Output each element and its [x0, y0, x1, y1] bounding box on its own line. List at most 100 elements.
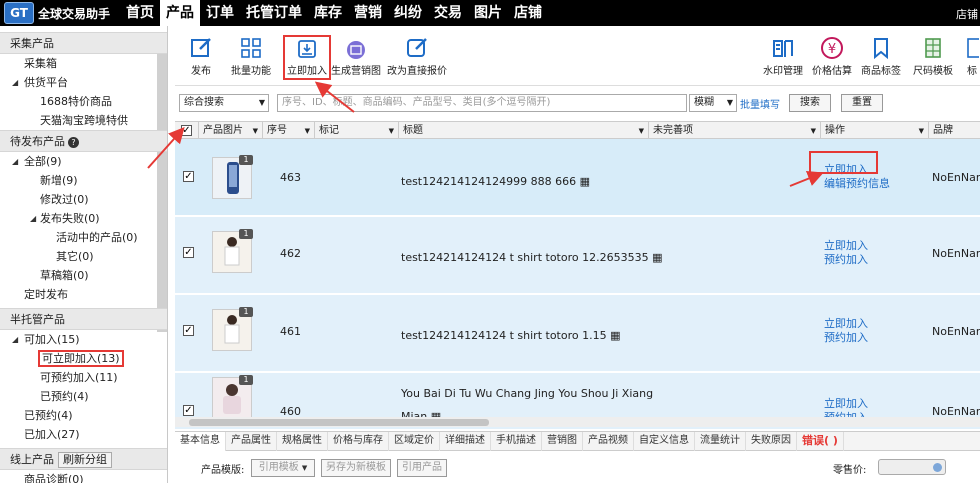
column-header-mark[interactable]: 标记 ▼	[315, 122, 399, 140]
join-now-link[interactable]: 立即加入	[824, 239, 868, 253]
scrollbar-thumb[interactable]	[189, 419, 489, 426]
batch-button[interactable]: 批量功能	[231, 36, 271, 77]
qr-icon[interactable]: ▦	[580, 175, 590, 188]
sidebar-item-failed[interactable]: ◢ 发布失败(0)	[0, 209, 167, 228]
tab-region-price[interactable]: 区域定价	[389, 432, 440, 451]
help-icon[interactable]: ?	[68, 137, 79, 148]
app-logo[interactable]: GT 全球交易助手	[4, 2, 110, 24]
save-template-button[interactable]: 另存为新模板	[321, 459, 391, 477]
quote-product-button[interactable]: 引用产品	[397, 459, 447, 477]
top-right-shop[interactable]: 店铺	[956, 6, 978, 22]
sidebar-item-scheduled[interactable]: 定时发布	[0, 285, 167, 304]
column-header-incomplete[interactable]: 未完善项 ▼	[649, 122, 821, 140]
expand-icon[interactable]: ◢	[12, 152, 18, 171]
nav-orders[interactable]: 订单	[200, 0, 240, 26]
tab-description[interactable]: 详细描述	[440, 432, 491, 451]
reserve-join-link[interactable]: 预约加入	[824, 253, 868, 267]
sidebar-item-modified[interactable]: 修改过(0)	[0, 190, 167, 209]
horizontal-scrollbar[interactable]	[175, 417, 980, 427]
sidebar-item-1688[interactable]: 1688特价商品	[0, 92, 167, 111]
reserve-join-link[interactable]: 预约加入	[824, 331, 868, 345]
price-estimate-button[interactable]: ¥ 价格估算	[812, 36, 852, 77]
publish-button[interactable]: 发布	[189, 36, 213, 77]
sidebar-item-collect-box[interactable]: 采集箱	[0, 54, 167, 73]
tab-price-stock[interactable]: 价格与库存	[328, 432, 389, 451]
product-thumbnail[interactable]: 1	[212, 155, 253, 199]
nav-images[interactable]: 图片	[468, 0, 508, 26]
batch-fill-link[interactable]: 批量填写	[740, 96, 780, 111]
chevron-down-icon[interactable]: ▼	[811, 123, 816, 140]
sidebar-item-drafts[interactable]: 草稿箱(0)	[0, 266, 167, 285]
direct-quote-button[interactable]: 改为直接报价	[387, 36, 447, 77]
product-thumbnail[interactable]: 1	[212, 229, 253, 273]
retail-price-input[interactable]	[878, 459, 946, 475]
join-now-button[interactable]: 立即加入	[283, 35, 331, 80]
sidebar-item-join-now[interactable]: 可立即加入(13)	[0, 349, 167, 368]
sidebar-item-other[interactable]: 其它(0)	[0, 247, 167, 266]
nav-home[interactable]: 首页	[120, 0, 160, 26]
tab-failure-reason[interactable]: 失败原因	[746, 432, 797, 451]
tab-errors[interactable]: 错误( )	[797, 432, 844, 451]
nav-inventory[interactable]: 库存	[308, 0, 348, 26]
use-template-select[interactable]: 引用模板 ▼	[251, 459, 315, 477]
tab-basic-info[interactable]: 基本信息	[175, 432, 226, 451]
sidebar-item-reservable[interactable]: 可预约加入(11)	[0, 368, 167, 387]
sidebar-item-diagnosis[interactable]: 商品诊断(0)	[0, 470, 167, 483]
expand-icon[interactable]: ◢	[12, 330, 18, 349]
tab-custom-info[interactable]: 自定义信息	[634, 432, 695, 451]
sidebar-header-pending[interactable]: 待发布产品?	[0, 130, 167, 152]
sidebar-item-tmall[interactable]: 天猫淘宝跨境特供	[0, 111, 167, 130]
product-tag-button[interactable]: 商品标签	[861, 36, 901, 77]
watermark-button[interactable]: 水印管理	[763, 36, 803, 77]
row-checkbox[interactable]: ✓	[183, 171, 194, 182]
search-mode-select[interactable]: 综合搜索 ▼	[179, 94, 269, 112]
table-row[interactable]: ✓ 1 463 test124214124124999 888 666 ▦ 立即…	[175, 139, 980, 216]
sidebar-item-joinable[interactable]: ◢ 可加入(15)	[0, 330, 167, 349]
chevron-down-icon[interactable]: ▼	[389, 123, 394, 140]
tab-product-attrs[interactable]: 产品属性	[226, 432, 277, 451]
nav-trade[interactable]: 交易	[428, 0, 468, 26]
more-button[interactable]: 标	[965, 36, 979, 77]
row-checkbox[interactable]: ✓	[183, 405, 194, 416]
column-header-actions[interactable]: 操作 ▼	[821, 122, 929, 140]
column-header-image[interactable]: 产品图片 ▼	[199, 122, 263, 140]
expand-icon[interactable]: ◢	[12, 73, 18, 92]
sidebar-header-online[interactable]: 线上产品 刷新分组	[0, 448, 167, 470]
column-header-brand[interactable]: 品牌	[929, 122, 980, 140]
row-checkbox[interactable]: ✓	[183, 247, 194, 258]
sidebar-item-active[interactable]: 活动中的产品(0)	[0, 228, 167, 247]
join-now-link[interactable]: 立即加入	[824, 397, 868, 411]
tab-mobile-desc[interactable]: 手机描述	[491, 432, 542, 451]
reset-button[interactable]: 重置	[841, 94, 883, 112]
join-now-link[interactable]: 立即加入	[824, 163, 890, 177]
tab-marketing-image[interactable]: 营销图	[542, 432, 583, 451]
chevron-down-icon[interactable]: ▼	[305, 123, 310, 140]
size-template-button[interactable]: 尺码模板	[913, 36, 953, 77]
sidebar-item-reserved-sub[interactable]: 已预约(4)	[0, 387, 167, 406]
edit-reservation-link[interactable]: 编辑预约信息	[824, 177, 890, 191]
chevron-down-icon[interactable]: ▼	[253, 123, 258, 140]
qr-icon[interactable]: ▦	[652, 251, 662, 264]
marketing-image-button[interactable]: 生成营销图	[331, 40, 381, 77]
expand-icon[interactable]: ◢	[30, 209, 36, 228]
sidebar-item-joined[interactable]: 已加入(27)	[0, 425, 167, 444]
join-now-link[interactable]: 立即加入	[824, 317, 868, 331]
qr-icon[interactable]: ▦	[610, 329, 620, 342]
tab-video[interactable]: 产品视频	[583, 432, 634, 451]
column-header-index[interactable]: 序号 ▼	[263, 122, 315, 140]
search-button[interactable]: 搜索	[789, 94, 831, 112]
sidebar-item-all[interactable]: ◢ 全部(9)	[0, 152, 167, 171]
search-input[interactable]: 序号、ID、标题、商品编码、产品型号、类目(多个逗号隔开)	[277, 94, 687, 112]
nav-disputes[interactable]: 纠纷	[388, 0, 428, 26]
nav-products[interactable]: 产品	[160, 0, 200, 26]
sidebar-header-semi[interactable]: 半托管产品	[0, 308, 167, 330]
product-thumbnail[interactable]: 1	[212, 375, 253, 419]
sidebar-item-new[interactable]: 新增(9)	[0, 171, 167, 190]
tab-spec-attrs[interactable]: 规格属性	[277, 432, 328, 451]
product-thumbnail[interactable]: 1	[212, 307, 253, 351]
tab-traffic[interactable]: 流量统计	[695, 432, 746, 451]
refresh-groups-button[interactable]: 刷新分组	[58, 452, 112, 468]
nav-store[interactable]: 店铺	[508, 0, 548, 26]
match-mode-select[interactable]: 模糊 ▼	[689, 94, 737, 112]
column-header-title[interactable]: 标题 ▼	[399, 122, 649, 140]
